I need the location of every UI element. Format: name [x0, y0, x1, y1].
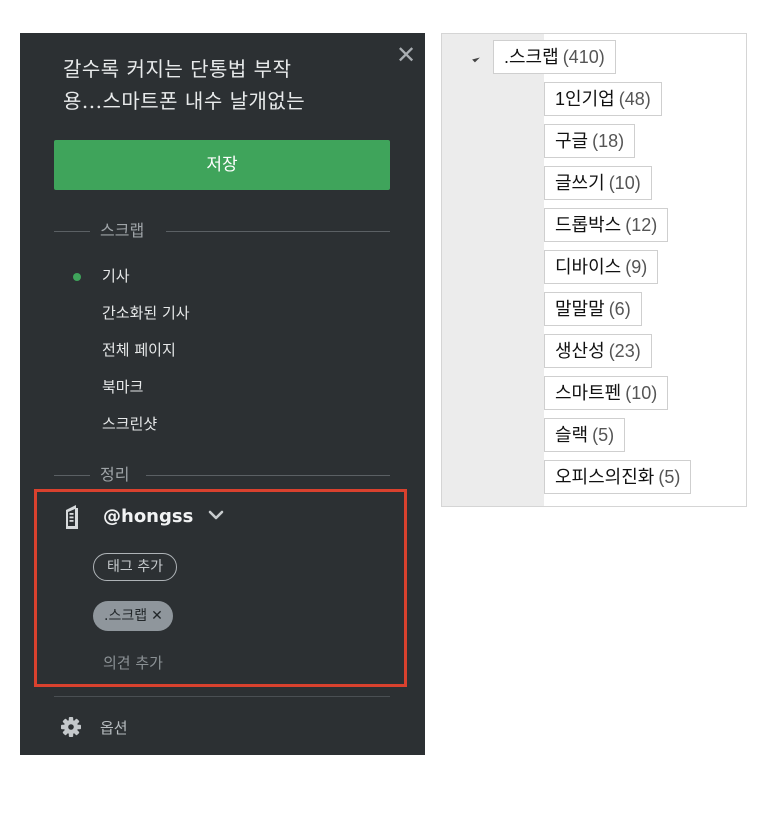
remove-tag-icon[interactable]: ✕	[151, 608, 163, 624]
tag-node[interactable]: 디바이스 (9)	[544, 250, 659, 284]
tag-node-root[interactable]: .스크랩 (410)	[493, 40, 616, 74]
divider	[54, 475, 90, 476]
tree-indent-gutter	[442, 34, 544, 506]
tag-node-count: (12)	[625, 215, 658, 235]
tag-tree: .스크랩 (410) 1인기업 (48) 구글 (18) 글쓰기 (10) 드롭박스 (1…	[441, 33, 747, 507]
tag-node-name: 생산성	[555, 341, 605, 361]
divider	[146, 475, 390, 476]
tag-chip: .스크랩 ✕	[93, 601, 173, 631]
tag-node-name: 구글	[555, 131, 589, 151]
divider	[166, 231, 390, 232]
clip-type-article[interactable]: 기사	[62, 261, 190, 298]
tag-node-count: (48)	[618, 89, 651, 109]
options-button[interactable]: 옵션	[100, 717, 128, 739]
clip-type-label: 전체 페이지	[102, 341, 176, 359]
tag-node[interactable]: 드롭박스 (12)	[544, 208, 669, 242]
tag-node-name: 오피스의진화	[555, 467, 655, 487]
selected-dot-icon	[73, 273, 81, 281]
tag-node[interactable]: 말말말 (6)	[544, 292, 642, 326]
add-tag-button[interactable]: 태그 추가	[93, 553, 177, 581]
tag-node-count: (5)	[592, 425, 615, 445]
tag-node-count: (23)	[608, 341, 641, 361]
tag-node-count: (5)	[658, 467, 681, 487]
clip-type-simplified-article[interactable]: 간소화된 기사	[62, 298, 190, 335]
tag-node-count: (9)	[625, 257, 648, 277]
organize-section-header: 정리	[54, 465, 390, 485]
tag-node[interactable]: 구글 (18)	[544, 124, 636, 158]
tag-node-name: 디바이스	[555, 257, 622, 277]
clip-type-full-page[interactable]: 전체 페이지	[62, 335, 190, 372]
scrap-section-header: 스크랩	[54, 221, 390, 241]
clip-type-bookmark[interactable]: 북마크	[62, 372, 190, 409]
clip-type-label: 북마크	[102, 378, 144, 396]
tag-node[interactable]: 1인기업 (48)	[544, 82, 662, 116]
scrap-section-label: 스크랩	[100, 221, 145, 240]
tag-node-name: 드롭박스	[555, 215, 622, 235]
tag-node[interactable]: 생산성 (23)	[544, 334, 652, 368]
tag-node[interactable]: 오피스의진화 (5)	[544, 460, 692, 494]
tag-node-name: 글쓰기	[555, 173, 605, 193]
tag-node-name: 슬랙	[555, 425, 589, 445]
clip-type-label: 간소화된 기사	[102, 304, 190, 322]
tag-node-count: (10)	[625, 383, 658, 403]
tag-node-count: (18)	[592, 131, 625, 151]
organize-section-label: 정리	[100, 465, 130, 484]
clip-type-label: 스크린샷	[102, 415, 158, 433]
clip-title-line-1: 갈수록 커지는 단통법 부작	[63, 57, 292, 81]
web-clipper-panel: ✕ 갈수록 커지는 단통법 부작 용...스마트폰 내수 날개없는 저장 스크랩…	[20, 33, 425, 755]
tag-node-name: 1인기업	[555, 89, 615, 109]
tag-node[interactable]: 스마트펜 (10)	[544, 376, 669, 410]
tag-node-count: (410)	[562, 47, 605, 67]
add-comment-field[interactable]: 의견 추가	[103, 652, 163, 674]
gear-icon[interactable]	[60, 716, 82, 738]
divider	[54, 696, 390, 697]
clip-title-line-2: 용...스마트폰 내수 날개없는	[63, 89, 306, 113]
notebook-selector[interactable]: @hongss	[103, 504, 193, 530]
save-button[interactable]: 저장	[54, 140, 390, 190]
tag-chip-label: .스크랩	[104, 608, 148, 624]
close-button[interactable]: ✕	[394, 43, 418, 67]
divider	[54, 231, 90, 232]
chevron-down-icon[interactable]	[207, 508, 225, 522]
tag-node-name: 말말말	[555, 299, 605, 319]
tag-node-count: (10)	[608, 173, 641, 193]
tag-node[interactable]: 글쓰기 (10)	[544, 166, 652, 200]
tag-node-count: (6)	[608, 299, 631, 319]
clip-title[interactable]: 갈수록 커지는 단통법 부작 용...스마트폰 내수 날개없는	[63, 53, 383, 117]
tag-node-name: .스크랩	[504, 47, 559, 67]
organize-highlight-box: @hongss 태그 추가 .스크랩 ✕ 의견 추가	[34, 489, 407, 687]
clip-type-label: 기사	[102, 267, 130, 285]
tag-children: 1인기업 (48) 구글 (18) 글쓰기 (10) 드롭박스 (12) 디바이스 (9)…	[544, 82, 692, 502]
clip-type-list: 기사 간소화된 기사 전체 페이지 북마크 스크린샷	[62, 261, 190, 446]
notebook-icon	[66, 505, 78, 529]
tag-node[interactable]: 슬랙 (5)	[544, 418, 626, 452]
clip-type-screenshot[interactable]: 스크린샷	[62, 409, 190, 446]
tag-node-name: 스마트펜	[555, 383, 622, 403]
